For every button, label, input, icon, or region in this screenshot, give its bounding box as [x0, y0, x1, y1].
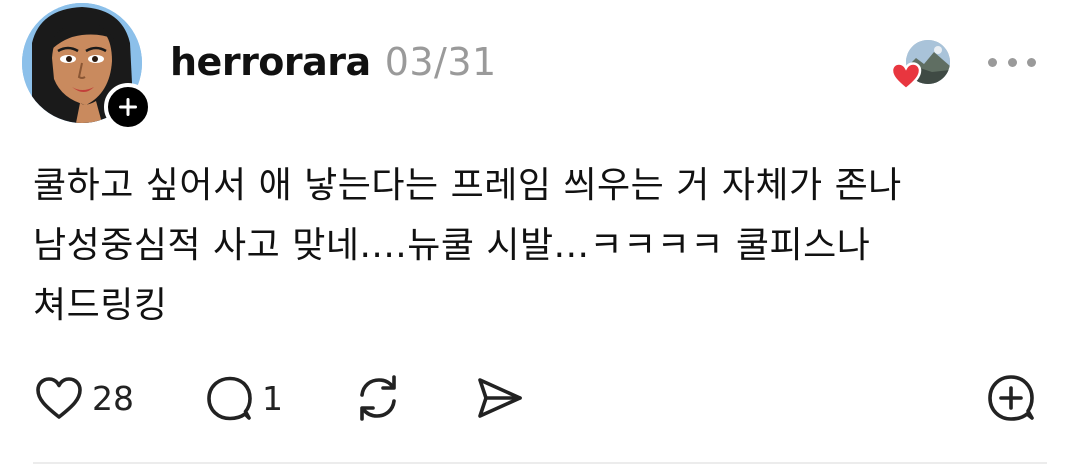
post-divider	[33, 462, 1047, 464]
post-timestamp: 03/31	[384, 40, 497, 84]
ellipsis-dot	[1007, 57, 1017, 67]
username-link[interactable]: herrorara	[170, 40, 371, 84]
post-header: herrorara 03/31	[170, 40, 497, 88]
repost-button[interactable]	[352, 372, 404, 424]
ellipsis-dot	[1027, 57, 1036, 67]
post-body-line: 남성중심적 사고 맞네....뉴쿨 시발...ㅋㅋㅋㅋ 쿨피스나	[33, 225, 871, 266]
speech-bubble-icon	[207, 376, 252, 421]
heart-icon	[890, 62, 922, 91]
heart-outline-icon	[36, 377, 82, 419]
plus-icon	[119, 98, 137, 116]
liked-by-indicator[interactable]	[890, 40, 952, 92]
more-options-button[interactable]	[988, 52, 1036, 72]
like-button[interactable]: 28	[34, 372, 134, 424]
repost-icon	[360, 375, 396, 421]
send-icon	[478, 378, 522, 418]
plus-circle-icon	[988, 375, 1034, 421]
share-button[interactable]	[474, 372, 524, 424]
like-count: 28	[92, 378, 134, 418]
author-avatar-container[interactable]	[22, 3, 152, 131]
add-to-feed-button[interactable]	[986, 372, 1036, 424]
reply-button[interactable]: 1	[204, 372, 283, 424]
ellipsis-icon	[988, 57, 997, 67]
reply-count: 1	[262, 378, 283, 418]
follow-button[interactable]	[104, 83, 152, 131]
post-body-line: 쿨하고 싶어서 애 낳는다는 프레임 씌우는 거 자체가 존나	[33, 165, 902, 206]
post-body-line: 쳐드링킹	[33, 285, 168, 326]
post-body: 쿨하고 싶어서 애 낳는다는 프레임 씌우는 거 자체가 존나 남성중심적 사고…	[33, 156, 1043, 336]
post-actions-bar: 28 1	[30, 372, 1050, 424]
